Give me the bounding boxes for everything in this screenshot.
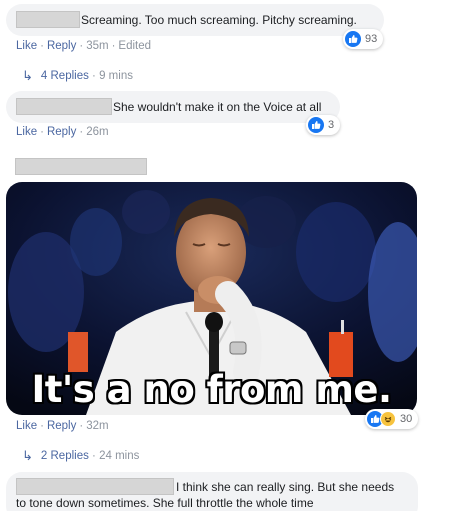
like-link[interactable]: Like — [16, 40, 37, 52]
comment-bubble: She wouldn't make it on the Voice at all — [6, 91, 340, 123]
reaction-summary[interactable]: 3 — [306, 115, 341, 135]
comment-bubble: I think she can really sing. But she nee… — [6, 472, 418, 511]
edited-label[interactable]: Edited — [118, 40, 151, 52]
reaction-count: 30 — [400, 413, 413, 425]
comment-text: She wouldn't make it on the Voice at all — [113, 100, 322, 114]
separator-dot: · — [88, 450, 100, 462]
comment-actions: Like · Reply · 35m · Edited — [16, 40, 151, 52]
reaction-summary[interactable]: 93 — [343, 29, 384, 49]
replies-time: 9 mins — [99, 70, 133, 82]
replies-count-link[interactable]: 2 Replies — [41, 450, 89, 462]
redacted-author-name — [16, 11, 80, 28]
separator-dot: · — [111, 40, 116, 52]
view-replies[interactable]: ↳ 4 Replies · 9 mins — [22, 68, 133, 84]
separator-dot: · — [40, 126, 44, 138]
replies-time: 24 mins — [99, 450, 140, 462]
comment-actions: Like · Reply · 32m — [16, 420, 109, 432]
separator-dot: · — [79, 40, 84, 52]
reaction-summary[interactable]: 30 — [365, 409, 419, 429]
reaction-count: 93 — [365, 33, 378, 45]
comment-actions: Like · Reply · 26m — [16, 126, 109, 138]
redacted-author-name — [16, 478, 174, 495]
redacted-author-name — [16, 98, 112, 115]
separator-dot: · — [88, 70, 100, 82]
separator-dot: · — [79, 420, 84, 432]
redacted-author-name — [15, 158, 147, 175]
laughing-face-icon — [380, 411, 396, 427]
gif-caption: It's a no from me. — [31, 368, 392, 411]
separator-dot: · — [40, 420, 44, 432]
comment-text-line: to tone down sometimes. She full throttl… — [16, 496, 314, 510]
comment-time[interactable]: 35m — [86, 40, 108, 52]
reply-link[interactable]: Reply — [47, 126, 76, 138]
comment-bubble: Screaming. Too much screaming. Pitchy sc… — [6, 4, 384, 36]
reply-arrow-icon: ↳ — [22, 68, 33, 83]
separator-dot: · — [40, 40, 44, 52]
like-link[interactable]: Like — [16, 126, 37, 138]
reply-link[interactable]: Reply — [47, 420, 76, 432]
reaction-count: 3 — [328, 119, 335, 131]
like-link[interactable]: Like — [16, 420, 37, 432]
gif-image[interactable]: It's a no from me. — [6, 182, 417, 415]
view-replies[interactable]: ↳ 2 Replies · 24 mins — [22, 448, 139, 464]
comment-text: Screaming. Too much screaming. Pitchy sc… — [81, 13, 357, 27]
comment-time[interactable]: 26m — [86, 126, 108, 138]
replies-count-link[interactable]: 4 Replies — [41, 70, 89, 82]
reply-link[interactable]: Reply — [47, 40, 76, 52]
reply-arrow-icon: ↳ — [22, 448, 33, 463]
thumbs-up-icon — [345, 31, 361, 47]
separator-dot: · — [79, 126, 84, 138]
comment-time[interactable]: 32m — [86, 420, 108, 432]
thumbs-up-icon — [308, 117, 324, 133]
comment-text-line: I think she can really sing. But she nee… — [176, 480, 395, 494]
